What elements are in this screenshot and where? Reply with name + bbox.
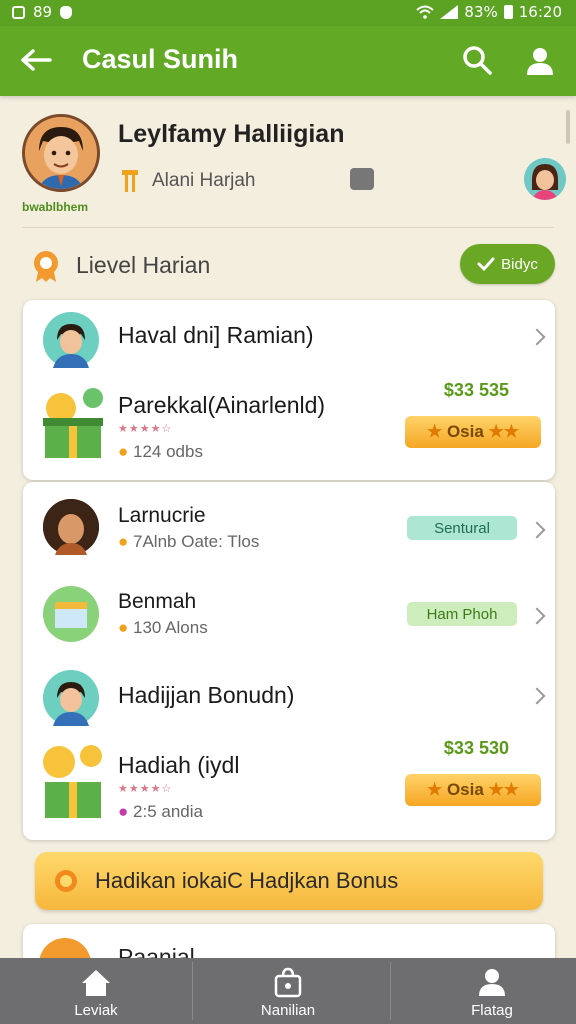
- reward-card-1: Haval dni] Ramian) Parekkal(Ainarlenld) …: [23, 300, 555, 480]
- price-label: $33 530: [443, 738, 509, 758]
- coin-icon: ●: [118, 442, 129, 461]
- chevron-right-icon: [528, 607, 546, 625]
- gem-icon: ●: [118, 802, 129, 821]
- list-item[interactable]: Hadijjan Bonudn): [23, 662, 555, 742]
- chevron-right-icon: [528, 687, 546, 705]
- list-item[interactable]: Hadiah (iydl ★★★★☆ ● 2:5 andia $33 530 ★…: [23, 738, 555, 840]
- list-item-meta: ● 7Alnb Oate: Tlos: [118, 532, 259, 552]
- scrollbar[interactable]: [566, 110, 570, 144]
- list-item[interactable]: Larnucrie ● 7Alnb Oate: Tlos Sentural: [23, 482, 555, 574]
- tab-label: Nanilian: [260, 1002, 316, 1019]
- section-label: Lievel Harian: [76, 252, 211, 278]
- list-item-meta: ● 130 Alons: [118, 618, 208, 638]
- app-bar: Casul Sunih: [0, 26, 576, 96]
- list-item-meta-text: 124 odbs: [133, 442, 203, 461]
- avatar: [43, 312, 99, 368]
- check-icon: [477, 257, 495, 272]
- profile-name: Leylfamy Halliigian: [118, 120, 345, 148]
- list-item-title: Benmah: [118, 590, 197, 613]
- friend-avatar[interactable]: [524, 158, 566, 200]
- list-item-title: Hadijjan Bonudn): [118, 682, 295, 708]
- wifi-icon: [416, 5, 435, 19]
- notification-icon: [12, 5, 25, 19]
- tab-label: Flatag: [471, 1002, 513, 1019]
- list-item-meta-text: 7Alnb Oate: Tlos: [133, 532, 260, 551]
- ready-pill-button[interactable]: Bidyc: [460, 244, 555, 284]
- coin-stack-icon: [43, 745, 102, 818]
- bag-icon: [274, 967, 302, 998]
- list-item[interactable]: Parekkal(Ainarlenld) ★★★★☆ ● 124 odbs $3…: [23, 378, 555, 480]
- claim-button[interactable]: ★ Osia ★★: [405, 774, 541, 806]
- user-icon[interactable]: [524, 45, 556, 77]
- avatar[interactable]: [22, 114, 100, 192]
- coin-icon: ●: [118, 618, 129, 637]
- home-icon: [82, 970, 110, 996]
- divider: [390, 962, 391, 1020]
- chevron-right-icon: [528, 328, 546, 346]
- list-item-title: Haval dni] Ramian): [118, 322, 314, 348]
- star-icon: ★★: [488, 422, 520, 441]
- profile-tagline: Alani Harjah: [152, 170, 256, 191]
- claim-button[interactable]: ★ Osia ★★: [405, 416, 541, 448]
- bonus-label: Hadikan iokaiC Hadjkan Bonus: [95, 868, 399, 893]
- star-icon: ★: [426, 422, 443, 441]
- signal-icon: [440, 5, 459, 19]
- list-item-meta-text: 130 Alons: [133, 618, 208, 637]
- list-item-meta-text: 2:5 andia: [133, 802, 203, 821]
- section-header: Lievel Harian Bidyc: [0, 240, 576, 290]
- list-item[interactable]: Haval dni] Ramian): [23, 300, 555, 378]
- bonus-banner-button[interactable]: Hadikan iokaiC Hadjkan Bonus: [35, 852, 543, 910]
- claim-button-label: Osia: [446, 780, 484, 799]
- clock: 16:20: [518, 3, 562, 21]
- tab-leviak[interactable]: Leviak: [0, 958, 192, 1024]
- tab-label: Leviak: [74, 1002, 118, 1019]
- list-item-meta: ● 2:5 andia: [118, 802, 203, 822]
- back-arrow-icon[interactable]: [18, 44, 54, 76]
- medal-icon: [34, 251, 58, 282]
- rating-stars: ★★★★☆: [118, 423, 173, 435]
- status-badge: Ham Phoh: [407, 602, 517, 626]
- star-icon: ★★: [488, 780, 520, 799]
- ready-pill-label: Bidyc: [501, 255, 538, 273]
- search-icon[interactable]: [462, 45, 492, 75]
- status-badge: Sentural: [407, 516, 517, 540]
- claim-button-label: Osia: [446, 422, 484, 441]
- divider: [22, 227, 554, 228]
- status-left-text: 89: [33, 3, 53, 21]
- star-icon: ★: [426, 780, 443, 799]
- price-label: $33 535: [443, 380, 509, 400]
- chevron-right-icon: [528, 521, 546, 539]
- profile-sub-label: bwablbhem: [22, 200, 89, 214]
- shield-icon: [60, 5, 73, 19]
- list-item-title: Parekkal(Ainarlenld): [118, 392, 326, 418]
- profile-tag: Alani Harjah: [120, 168, 256, 194]
- tab-nanilian[interactable]: Nanilian: [192, 958, 384, 1024]
- list-item-title: Larnucrie: [118, 504, 206, 527]
- list-item[interactable]: Benmah ● 130 Alons Ham Phoh: [23, 574, 555, 662]
- sun-gift-icon: [55, 870, 77, 892]
- battery-level: 83%: [464, 3, 498, 21]
- box-icon: [43, 586, 99, 642]
- profile-header: bwablbhem Leylfamy Halliigian Alani Harj…: [0, 96, 576, 228]
- list-item-meta: ● 124 odbs: [118, 442, 203, 462]
- rating-stars: ★★★★☆: [118, 783, 173, 795]
- list-item-title: Hadiah (iydl: [118, 752, 240, 778]
- status-bar: 89 83% 16:20: [0, 0, 576, 26]
- app-title: Casul Sunih: [82, 44, 239, 74]
- coin-icon: ●: [118, 532, 129, 551]
- user-icon: [479, 969, 505, 996]
- tab-flatag[interactable]: Flatag: [396, 958, 576, 1024]
- avatar: [43, 499, 99, 555]
- battery-icon: [503, 5, 513, 19]
- avatar: [43, 670, 99, 726]
- reward-card-2: Larnucrie ● 7Alnb Oate: Tlos Sentural Be…: [23, 482, 555, 840]
- gift-box-icon: [43, 388, 103, 458]
- copy-icon[interactable]: [350, 168, 374, 190]
- trophy-icon: [122, 170, 138, 192]
- bottom-navigation: Leviak Nanilian Flatag: [0, 958, 576, 1024]
